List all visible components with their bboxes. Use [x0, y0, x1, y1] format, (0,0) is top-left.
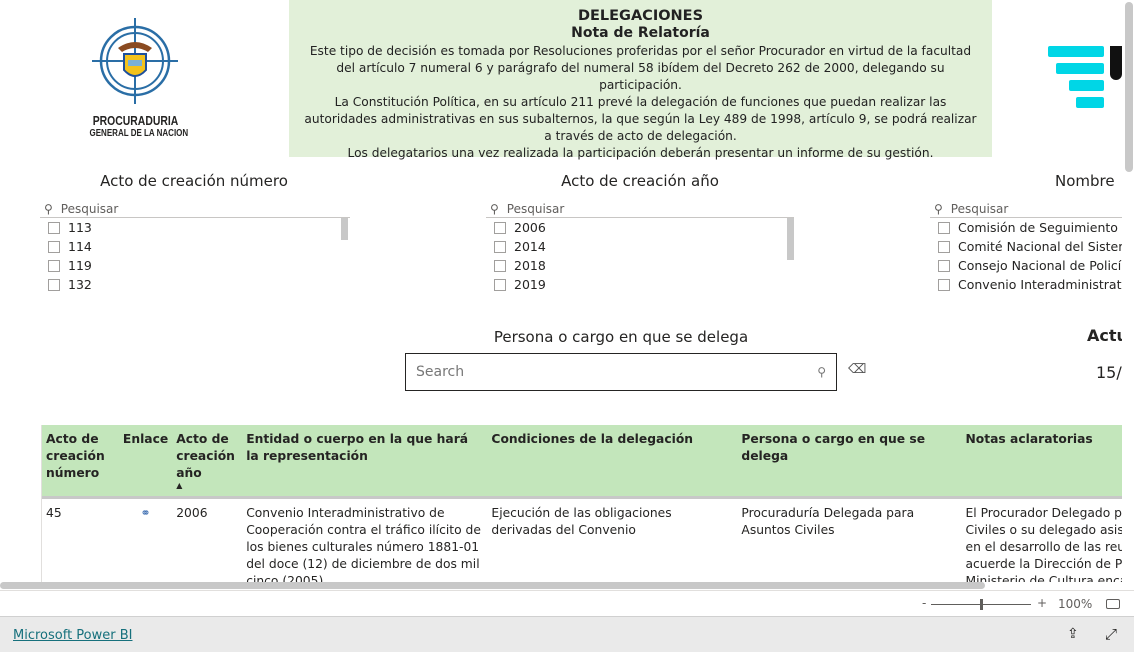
- col-entidad[interactable]: Entidad o cuerpo en la que hará la repre…: [242, 425, 488, 499]
- vertical-scrollbar[interactable]: [1124, 0, 1134, 590]
- col-persona[interactable]: Persona o cargo en que se delega: [737, 425, 962, 499]
- slicer-item[interactable]: 2019: [486, 275, 794, 294]
- slicer-item[interactable]: 2018: [486, 256, 794, 275]
- slicer-nombre: Nombre ⚲ Pesquisar Comisión de Seguimient…: [930, 172, 1122, 294]
- persona-search-input[interactable]: Search ⚲: [405, 353, 837, 391]
- updated-value: 15/: [1096, 363, 1122, 382]
- share-icon[interactable]: ⇪: [1067, 626, 1079, 642]
- col-condiciones[interactable]: Condiciones de la delegación: [487, 425, 738, 499]
- delegations-table: Acto de creación número Enlace Acto de c…: [41, 425, 1122, 582]
- note-paragraph: Los delegatarios una vez realizada la pa…: [347, 146, 934, 160]
- footer: Microsoft Power BI ⇪ ⤢: [0, 616, 1134, 652]
- slicer-item[interactable]: 119: [40, 256, 350, 275]
- zoom-out-button[interactable]: -: [922, 596, 926, 610]
- note-paragraph: Este tipo de decisión es tomada por Reso…: [309, 44, 972, 92]
- slicer-item[interactable]: Consejo Nacional de Policía: [930, 256, 1122, 275]
- horizontal-scrollbar[interactable]: [0, 582, 985, 589]
- checkbox[interactable]: [48, 259, 60, 272]
- slicer-search[interactable]: ⚲ Pesquisar: [486, 200, 794, 218]
- zoom-value: 100%: [1058, 597, 1093, 611]
- checkbox[interactable]: [938, 240, 950, 253]
- logo-text: PROCURADURIA GENERAL DE LA NACION: [89, 113, 189, 139]
- eraser-icon[interactable]: ⌫: [848, 362, 866, 377]
- procuraduria-logo: PROCURADURIA GENERAL DE LA NACION: [88, 16, 188, 139]
- power-bi-link[interactable]: Microsoft Power BI: [13, 628, 132, 643]
- zoom-in-button[interactable]: +: [1037, 596, 1047, 610]
- slicer-item[interactable]: Convenio Interadministrativ: [930, 275, 1122, 294]
- checkbox[interactable]: [48, 278, 60, 291]
- note-subtitle: Nota de Relatoría: [571, 25, 710, 41]
- search-icon: ⚲: [817, 365, 826, 379]
- slicer-acto-numero: Acto de creación número ⚲ Pesquisar 113 1…: [40, 172, 350, 294]
- table-header-row: Acto de creación número Enlace Acto de c…: [42, 425, 1122, 499]
- slicer-item[interactable]: Comité Nacional del Sistem: [930, 237, 1122, 256]
- search-icon: ⚲: [934, 201, 943, 216]
- table-row: 45 ⚭ 2006 Convenio Interadministrativo d…: [42, 498, 1122, 583]
- note-title: DELEGACIONES: [577, 8, 704, 24]
- search-title: Persona o cargo en que se delega: [493, 328, 749, 346]
- checkbox[interactable]: [494, 278, 506, 291]
- slicer-title: Acto de creación año: [561, 172, 719, 190]
- sort-ascending-icon: ▲: [176, 481, 183, 490]
- col-notas[interactable]: Notas aclaratorias: [961, 425, 1122, 499]
- fit-to-page-icon[interactable]: [1106, 599, 1120, 609]
- search-icon: ⚲: [490, 201, 499, 216]
- checkbox[interactable]: [938, 259, 950, 272]
- slicer-item[interactable]: 132: [40, 275, 350, 294]
- link-icon[interactable]: ⚭: [119, 498, 172, 583]
- slicer-title: Nombre: [1055, 172, 1115, 190]
- fullscreen-icon[interactable]: ⤢: [1105, 625, 1117, 643]
- col-enlace[interactable]: Enlace: [118, 425, 173, 499]
- slicer-item[interactable]: 113: [40, 218, 350, 237]
- slicer-acto-ano: Acto de creación año ⚲ Pesquisar 2006 201…: [486, 172, 794, 294]
- checkbox[interactable]: [48, 221, 60, 234]
- col-acto-numero[interactable]: Acto de creación número: [42, 425, 119, 499]
- note-paragraph: La Constitución Política, en su artículo…: [304, 95, 977, 143]
- search-icon: ⚲: [44, 201, 53, 216]
- checkbox[interactable]: [938, 278, 950, 291]
- checkbox[interactable]: [494, 240, 506, 253]
- slicer-search[interactable]: ⚲ Pesquisar: [40, 200, 350, 218]
- checkbox[interactable]: [494, 221, 506, 234]
- zoom-bar: - + 100%: [0, 590, 1134, 616]
- slicer-item[interactable]: 2006: [486, 218, 794, 237]
- slicer-item[interactable]: 114: [40, 237, 350, 256]
- col-acto-ano[interactable]: Acto de creación año ▲: [172, 425, 243, 499]
- zoom-slider-thumb[interactable]: [980, 599, 983, 610]
- university-logo: [1048, 46, 1122, 116]
- checkbox[interactable]: [48, 240, 60, 253]
- slicer-item[interactable]: Comisión de Seguimiento a: [930, 218, 1122, 237]
- slicer-search[interactable]: ⚲ Pesquisar: [930, 200, 1122, 218]
- report-canvas: PROCURADURIA GENERAL DE LA NACION DELEGAC…: [0, 0, 1122, 590]
- slicer-title: Acto de creación número: [100, 172, 288, 190]
- relatoria-note: DELEGACIONES Nota de Relatoría Este tipo…: [289, 0, 992, 160]
- updated-label: Actu: [1087, 326, 1122, 345]
- slicer-item[interactable]: 2014: [486, 237, 794, 256]
- checkbox[interactable]: [938, 221, 950, 234]
- checkbox[interactable]: [494, 259, 506, 272]
